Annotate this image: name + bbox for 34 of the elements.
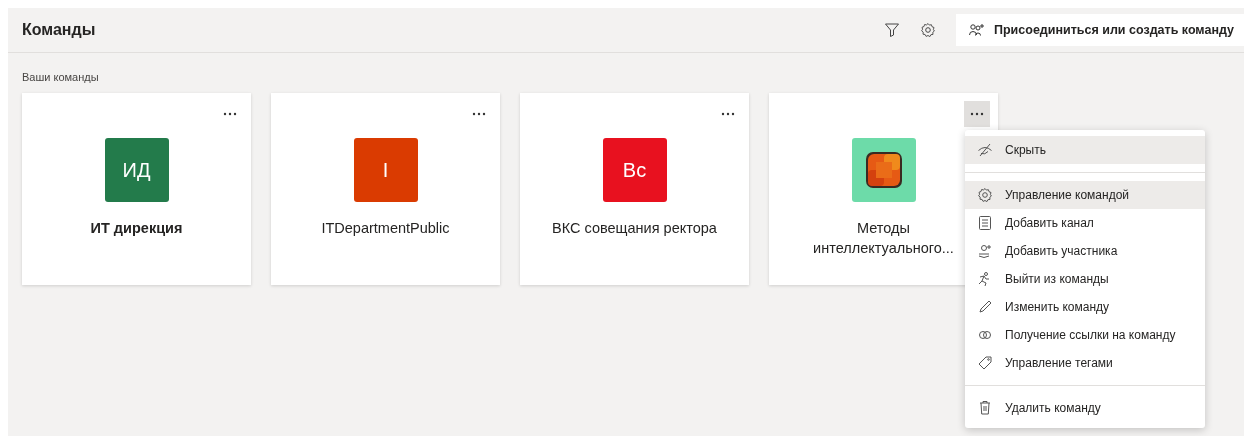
pencil-icon [977, 299, 993, 315]
team-name: ITDepartmentPublic [320, 219, 451, 238]
add-people-icon [968, 23, 986, 37]
add-person-icon [977, 243, 993, 259]
trash-icon [977, 400, 993, 416]
tag-icon [977, 355, 993, 371]
menu-item[interactable]: Удалить команду [965, 394, 1205, 422]
settings-icon [977, 187, 993, 203]
settings-icon[interactable] [920, 22, 936, 38]
menu-item[interactable]: Скрыть [965, 136, 1205, 164]
team-avatar: ИД [104, 138, 169, 202]
section-label: Ваши команды [22, 71, 100, 83]
team-name: ИТ дирекция [89, 219, 184, 238]
team-name: Методы интеллектуального... [812, 219, 955, 258]
more-icon [472, 112, 486, 116]
more-options-button[interactable] [964, 101, 990, 127]
team-avatar: Вс [602, 138, 667, 202]
eye-slash-icon [977, 142, 993, 158]
team-name: ВКС совещания ректора [551, 219, 718, 238]
menu-item[interactable]: Получение ссылки на команду [965, 321, 1205, 349]
join-or-create-team-button[interactable]: Присоединиться или создать команду [956, 14, 1244, 46]
more-icon [970, 112, 984, 116]
list-icon [977, 215, 993, 231]
team-card[interactable]: ИД ИТ дирекция [22, 93, 251, 285]
more-icon [223, 112, 237, 116]
team-avatar: I [353, 138, 418, 202]
team-card[interactable]: Вс ВКС совещания ректора [520, 93, 749, 285]
page-title: Команды [22, 21, 96, 39]
menu-item[interactable]: Управление командой [965, 181, 1205, 209]
filter-icon[interactable] [884, 22, 900, 38]
team-card[interactable]: I ITDepartmentPublic [271, 93, 500, 285]
menu-item[interactable]: Управление тегами [965, 349, 1205, 377]
more-icon [721, 112, 735, 116]
menu-item[interactable]: Изменить команду [965, 293, 1205, 321]
